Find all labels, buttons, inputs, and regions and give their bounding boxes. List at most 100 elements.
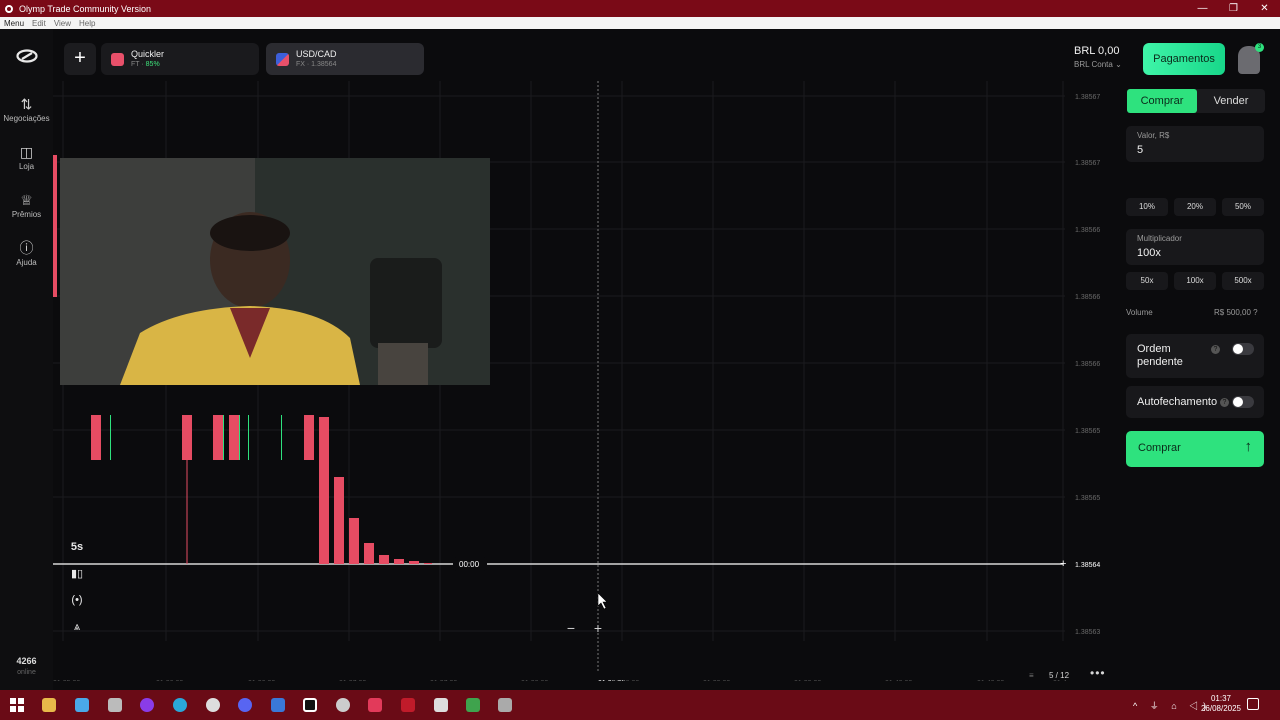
price-label: 1.38567 (1075, 160, 1100, 167)
olymp-taskbar-icon[interactable] (303, 698, 317, 712)
mouse-cursor-icon (597, 592, 608, 610)
candle-bar (379, 555, 389, 564)
taskbar-app-icon[interactable] (336, 698, 350, 712)
price-label: 1.38566 (1075, 361, 1100, 368)
taskbar-app-icon[interactable] (271, 698, 285, 712)
zoom-in-button[interactable]: + (587, 619, 609, 637)
menubar: Menu Edit View Help (0, 17, 1280, 29)
pagamentos-button[interactable]: Pagamentos (1143, 43, 1225, 75)
tab-vender[interactable]: Vender (1197, 89, 1265, 113)
taskbar-app-icon[interactable] (498, 698, 512, 712)
comprar-button[interactable]: Comprar ↑ (1126, 431, 1264, 467)
edge-icon[interactable] (173, 698, 187, 712)
maximize-button[interactable]: ❐ (1218, 0, 1249, 17)
trophy-icon: ♕ (20, 192, 33, 208)
help-icon: ⓘ (19, 240, 34, 256)
chart-accent-bar (53, 155, 57, 297)
direction-tabs: Comprar Vender (1127, 89, 1265, 113)
menu-edit[interactable]: Edit (32, 19, 46, 28)
candle-bar (319, 417, 329, 564)
minimize-button[interactable]: — (1187, 0, 1218, 17)
time-label: 01:40:30 (977, 680, 1004, 681)
price-label: 1.38563 (1075, 629, 1100, 636)
taskbar-app-icon[interactable] (368, 698, 382, 712)
taskbar-app-icon[interactable] (206, 698, 220, 712)
window-title: Olymp Trade Community Version (19, 3, 152, 14)
timeframe-selector[interactable]: 5s (64, 541, 90, 553)
drawing-tools-icon[interactable]: ⩓ (64, 621, 90, 634)
pending-help-icon[interactable]: ? (1211, 345, 1220, 354)
taskbar-app-icon[interactable] (108, 698, 122, 712)
app-icon (5, 4, 13, 13)
time-label: 01:37:00 (339, 680, 366, 681)
pending-order-toggle[interactable] (1232, 343, 1254, 355)
nav-loja[interactable]: ◫ Loja (0, 144, 53, 171)
candle-up-mark (239, 415, 240, 460)
app-window: ⇅ Negociações ◫ Loja ♕ Prêmios ⓘ Ajuda 4… (0, 29, 1280, 690)
taskbar-app-icon[interactable] (434, 698, 448, 712)
amount-field[interactable]: Valor, R$ 5 (1126, 126, 1264, 162)
zoom-out-button[interactable]: − (560, 619, 582, 637)
multiplier-chip-500x[interactable]: 500x (1222, 272, 1264, 290)
bag-icon: ◫ (19, 144, 34, 160)
multiplier-chip-50x[interactable]: 50x (1126, 272, 1168, 290)
list-icon[interactable]: ≡ (1029, 671, 1034, 680)
candle-bar (213, 415, 223, 460)
flag-usd-cad-icon (276, 53, 289, 66)
discord-icon[interactable] (238, 698, 252, 712)
asset-tab-quickler[interactable]: Quickler FT · 85% (101, 43, 259, 75)
volume-value: R$ 500,00 ? (1214, 308, 1258, 317)
arrow-up-icon: ↑ (1244, 438, 1253, 455)
amount-chip-20[interactable]: 20% (1174, 198, 1216, 216)
taskbar-app-icon[interactable] (75, 698, 89, 712)
amount-chip-10[interactable]: 10% (1126, 198, 1168, 216)
amount-chip-50[interactable]: 50% (1222, 198, 1264, 216)
nav-negociacoes[interactable]: ⇅ Negociações (0, 96, 53, 123)
help-icon[interactable]: ? (1253, 308, 1257, 317)
chevron-down-icon: ⌄ (1115, 60, 1122, 69)
menu-menu[interactable]: Menu (4, 19, 24, 28)
olymp-logo-icon[interactable] (16, 49, 38, 63)
online-label: online (17, 669, 36, 676)
close-button[interactable]: ✕ (1249, 0, 1280, 17)
file-explorer-icon[interactable] (42, 698, 56, 712)
autoclose-row: Autofechamento ? (1126, 386, 1264, 418)
candles-icon[interactable]: ▮▯ (64, 567, 90, 580)
account-selector[interactable]: BRL Conta ⌄ (1074, 60, 1122, 69)
asset-tab-usdcad[interactable]: USD/CAD FX · 1.38564 (266, 43, 424, 75)
menu-view[interactable]: View (54, 19, 71, 28)
balance[interactable]: BRL 0,00 (1074, 45, 1119, 57)
multiplier-chip-100x[interactable]: 100x (1174, 272, 1216, 290)
windows-taskbar: ^ ⏚ ⌂ ◁) 01:37 26/08/2025 (0, 690, 1280, 720)
time-label: 01:37:30 (430, 680, 457, 681)
timer-label: 00:00 (459, 560, 480, 569)
taskbar-app-icon[interactable] (401, 698, 415, 712)
price-label: 1.38564 (1075, 562, 1100, 569)
price-label: 1.38567 (1075, 94, 1100, 101)
multiplier-field[interactable]: Multiplicador 100x (1126, 229, 1264, 265)
webcam-overlay (60, 158, 490, 385)
candle-up-mark (223, 415, 224, 460)
indicators-icon[interactable]: (•) (64, 594, 90, 606)
time-label: 01:36:00 (156, 680, 183, 681)
autoclose-toggle[interactable] (1232, 396, 1254, 408)
nav-ajuda[interactable]: ⓘ Ajuda (0, 240, 53, 267)
taskbar-app-icon[interactable] (466, 698, 480, 712)
quickler-icon (111, 53, 124, 66)
time-label: 01:36:30 (248, 680, 275, 681)
tab-comprar[interactable]: Comprar (1127, 89, 1197, 113)
autoclose-help-icon[interactable]: ? (1220, 398, 1229, 407)
more-options-icon[interactable]: ••• (1090, 666, 1106, 680)
candle-bar (182, 415, 192, 460)
windows-start-icon[interactable] (10, 698, 24, 712)
candle-up-mark (281, 415, 282, 460)
time-label: 01:4 (1053, 680, 1067, 681)
taskbar-app-icon[interactable] (140, 698, 154, 712)
menu-help[interactable]: Help (79, 19, 95, 28)
clock[interactable]: 01:37 26/08/2025 (1199, 694, 1243, 714)
time-label: 01:35:30 (53, 680, 80, 681)
nav-premios[interactable]: ♕ Prêmios (0, 192, 53, 219)
candle-bar (304, 415, 314, 460)
add-asset-tab-button[interactable]: + (64, 43, 96, 75)
notifications-icon[interactable] (1247, 698, 1259, 710)
